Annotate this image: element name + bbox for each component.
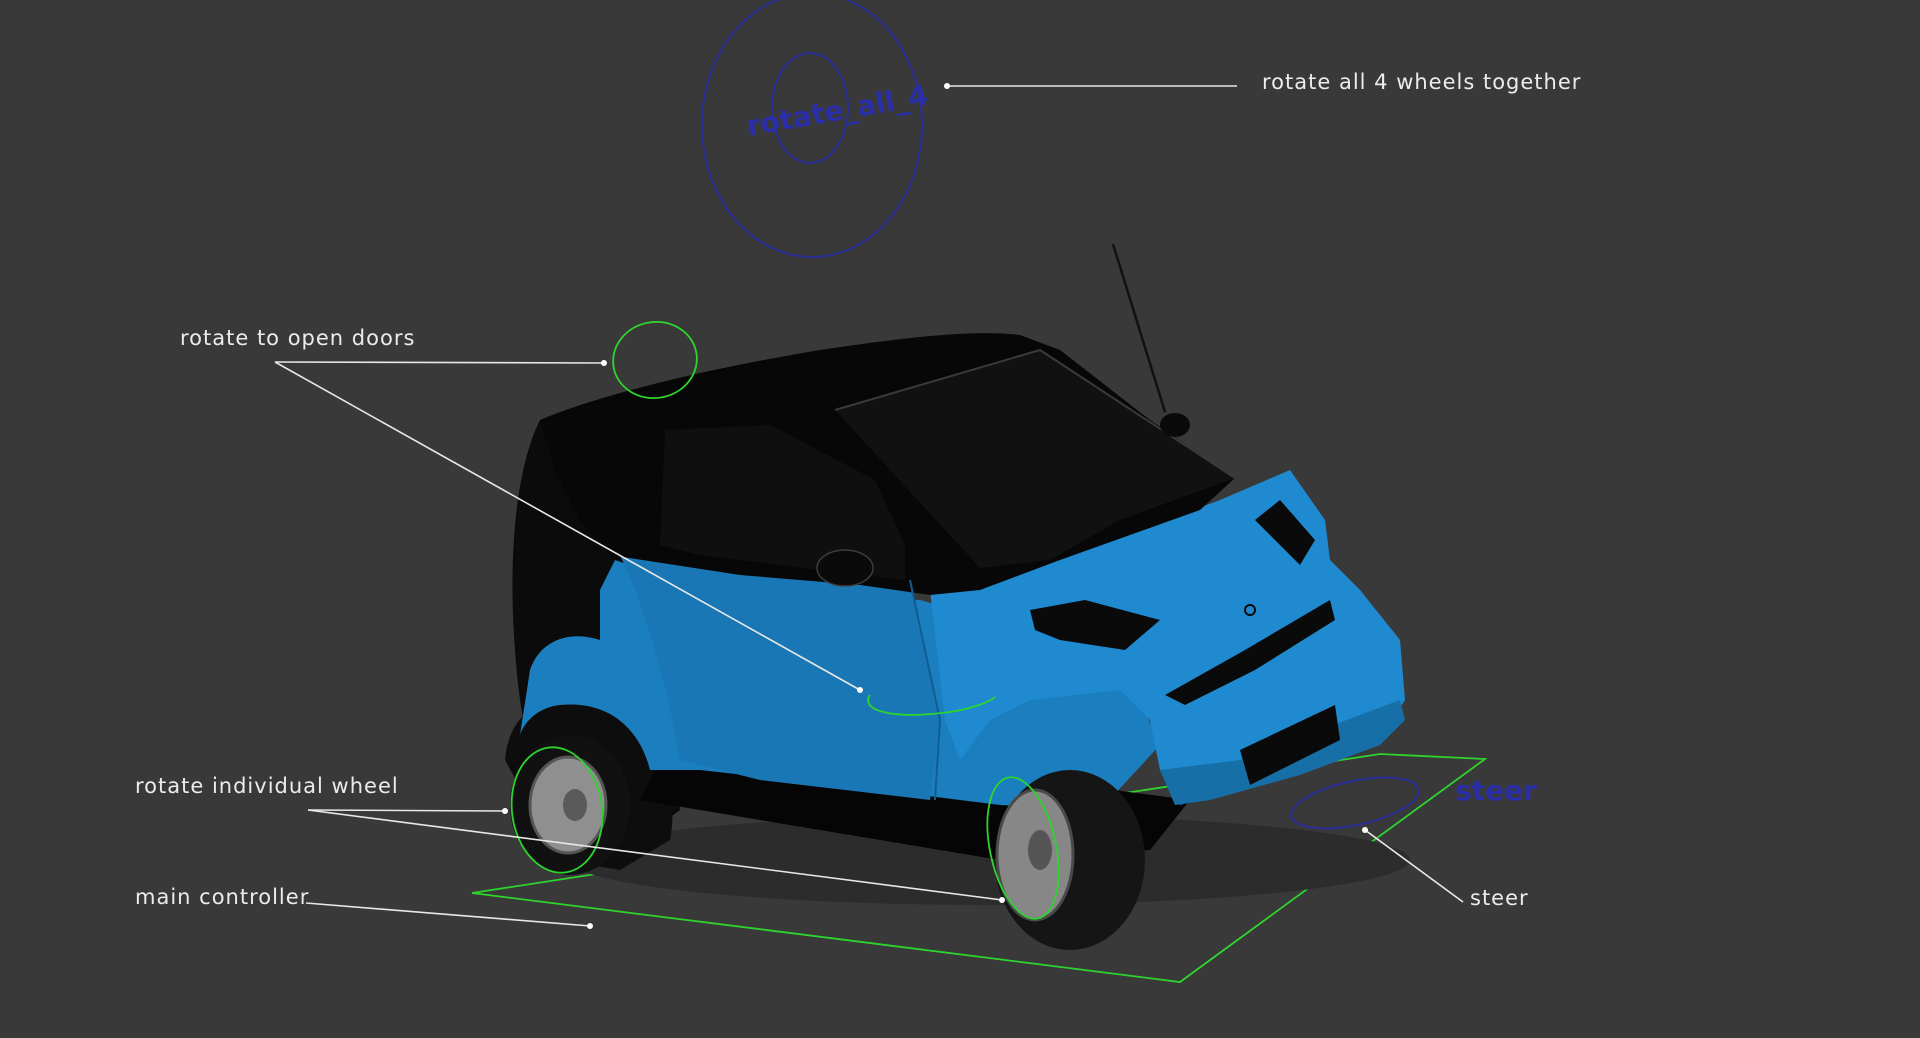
car-antenna [1111,243,1167,413]
leader-open-doors-a [274,361,605,364]
label-steer: steer [1470,886,1529,910]
front-wheel-hub [1028,830,1052,870]
leader-dot-doors-bottom [857,687,863,693]
label-individual-wheel: rotate individual wheel [135,774,399,798]
steer-controller[interactable] [1287,768,1423,838]
leader-dot-rotate-all [944,83,950,89]
leader-dot-doors-top [601,360,607,366]
label-main-controller: main controller [135,885,309,909]
label-open-doors: rotate to open doors [180,326,415,350]
rear-wheel-hub [563,789,587,821]
leader-dot-wheel-rear [502,808,508,814]
label-rotate-all-wheels: rotate all 4 wheels together [1262,70,1581,94]
car-side-mirror [816,549,874,587]
leader-dot-main [587,923,593,929]
scene-3d-view[interactable]: rotate_all_4 steer rotate all 4 wheels t… [0,0,1920,1038]
antenna-base [1160,413,1190,437]
car-model [505,243,1410,950]
leader-dot-steer [1362,827,1368,833]
rotate-all-controller-label: rotate_all_4 [744,79,930,143]
viewport[interactable]: rotate_all_4 steer rotate all 4 wheels t… [0,0,1920,1038]
steer-controller-label: steer [1455,774,1537,807]
leader-wheel-a [307,809,506,812]
leader-main-controller [305,902,591,927]
leader-dot-wheel-front [999,897,1005,903]
